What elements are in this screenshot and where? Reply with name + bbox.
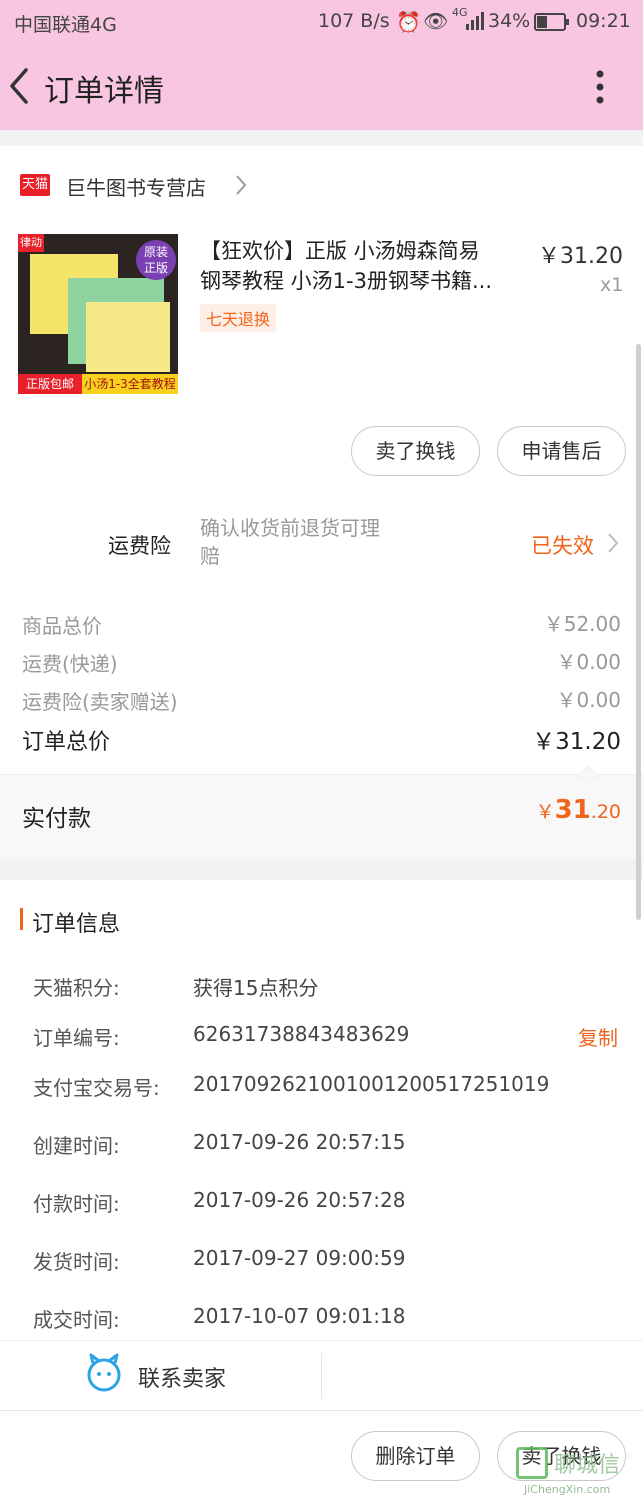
insurance-fee-value: ￥0.00 [556, 688, 621, 712]
watermark-url: JiChengXin.com [524, 1483, 611, 1496]
shop-name: 巨牛图书专营店 [66, 176, 206, 200]
alarm-icon: ⏰ [396, 10, 421, 34]
title-bar: 订单详情 [0, 44, 643, 130]
seal-text: 正版 [143, 261, 168, 275]
more-menu-icon[interactable] [590, 70, 610, 110]
alipay-trade-label: 支付宝交易号: [33, 1076, 160, 1100]
chevron-right-icon [606, 530, 620, 560]
goods-total-label: 商品总价 [22, 614, 102, 638]
currency-symbol: ￥ [535, 801, 555, 823]
after-sale-button[interactable]: 申请售后 [497, 426, 626, 476]
tmall-badge: 天猫 [20, 174, 50, 196]
insurance-label: 运费险 [108, 534, 171, 558]
completed-time-label: 成交时间: [33, 1308, 120, 1332]
clock: 09:21 [576, 10, 631, 32]
contact-seller-button[interactable]: 联系卖家 [0, 1341, 321, 1411]
points-label: 天猫积分: [33, 976, 120, 1000]
actual-paid-row: 实付款 ￥31.20 [0, 765, 643, 859]
image-band-left: 正版包邮 [18, 374, 82, 394]
seal-text: 原装 [143, 245, 168, 259]
order-total-value: ￥31.20 [532, 729, 621, 755]
product-title-line: 【狂欢价】正版 小汤姆森简易 [200, 239, 480, 263]
insurance-description-line: 确认收货前退货可理 [200, 516, 380, 540]
watermark-logo-icon [516, 1447, 548, 1479]
insurance-description: 确认收货前退货可理 赔 [200, 514, 380, 570]
paid-decimal: .20 [590, 801, 621, 823]
insurance-status: 已失效 [531, 534, 594, 558]
product-title-line: 钢琴教程 小汤1-3册钢琴书籍... [200, 269, 492, 293]
page-title: 订单详情 [44, 74, 164, 109]
sell-for-cash-button[interactable]: 卖了换钱 [351, 426, 480, 476]
book-cover [86, 302, 170, 372]
product-image[interactable]: 律动 原装 正版 正版包邮 小汤1-3全套教程 [18, 234, 178, 394]
order-info-title: 订单信息 [32, 912, 121, 937]
order-info-card: 订单信息 天猫积分: 获得15点积分 订单编号: 626317388434836… [0, 880, 643, 1340]
paid-time-value: 2017-09-26 20:57:28 [193, 1188, 406, 1212]
order-total-label: 订单总价 [22, 730, 111, 755]
product-price: ￥31.20 [538, 244, 623, 269]
actual-paid-label: 实付款 [22, 806, 91, 832]
shipped-time-value: 2017-09-27 09:00:59 [193, 1246, 406, 1270]
goods-total-value: ￥52.00 [543, 612, 621, 636]
scrollbar-thumb[interactable] [636, 344, 641, 920]
completed-time-value: 2017-10-07 09:01:18 [193, 1304, 406, 1328]
chat-face-icon [84, 1353, 124, 1397]
created-time-value: 2017-09-26 20:57:15 [193, 1130, 406, 1154]
bottom-action-bar: 删除订单 卖了换钱 聊城信 JiChengXin.com [0, 1410, 643, 1501]
product-title[interactable]: 【狂欢价】正版 小汤姆森简易 钢琴教程 小汤1-3册钢琴书籍... [200, 236, 492, 296]
eye-icon: 👁 [423, 9, 449, 33]
created-time-label: 创建时间: [33, 1134, 120, 1158]
divider [321, 1353, 322, 1399]
battery-percent: 34% [488, 10, 531, 32]
points-value: 获得15点积分 [193, 976, 319, 1000]
paid-integer: 31 [554, 795, 591, 825]
shipped-time-label: 发货时间: [33, 1250, 120, 1274]
seal-badge: 原装 正版 [136, 240, 176, 280]
shipping-value: ￥0.00 [556, 650, 621, 674]
insurance-description-line: 赔 [200, 544, 220, 568]
watermark-brand: 聊城信 [554, 1453, 621, 1478]
battery-icon [534, 12, 570, 37]
brand-logo: 律动 [18, 234, 44, 252]
copy-order-number-button[interactable]: 复制 [578, 1022, 618, 1051]
chevron-right-icon [234, 172, 248, 202]
actual-paid-value: ￥31.20 [536, 795, 621, 825]
caret-up-icon [574, 763, 602, 782]
section-accent-bar [20, 908, 23, 930]
product-quantity: x1 [600, 274, 624, 296]
order-card: 天猫 巨牛图书专营店 律动 原装 正版 正版包邮 小汤1-3全套教程 【狂欢价】… [0, 146, 643, 859]
shipping-insurance-row[interactable]: 运费险 确认收货前退货可理 赔 已失效 [0, 510, 643, 580]
status-bar: 中国联通4G 107 B/s ⏰ 👁 4G 34% 09:21 [0, 0, 643, 44]
shop-row[interactable]: 天猫 巨牛图书专营店 [0, 164, 643, 208]
order-number-value: 62631738843483629 [193, 1022, 410, 1046]
return-policy-tag: 七天退换 [200, 304, 277, 332]
order-number-label: 订单编号: [33, 1026, 120, 1050]
insurance-fee-label: 运费险(卖家赠送) [22, 690, 178, 714]
contact-bar: 联系卖家 [0, 1340, 643, 1411]
carrier-label: 中国联通4G [14, 14, 117, 36]
network-speed: 107 B/s [318, 10, 390, 32]
image-band-right: 小汤1-3全套教程 [82, 374, 178, 394]
signal-icon [466, 12, 486, 35]
shipping-label: 运费(快递) [22, 652, 118, 676]
watermark: 聊城信 JiChengXin.com [516, 1447, 638, 1501]
contact-seller-label: 联系卖家 [138, 1367, 227, 1392]
alipay-trade-value: 2017092621001001200517251019 [193, 1072, 550, 1096]
back-arrow-icon[interactable] [6, 66, 34, 110]
paid-time-label: 付款时间: [33, 1192, 120, 1216]
delete-order-button[interactable]: 删除订单 [351, 1431, 480, 1481]
